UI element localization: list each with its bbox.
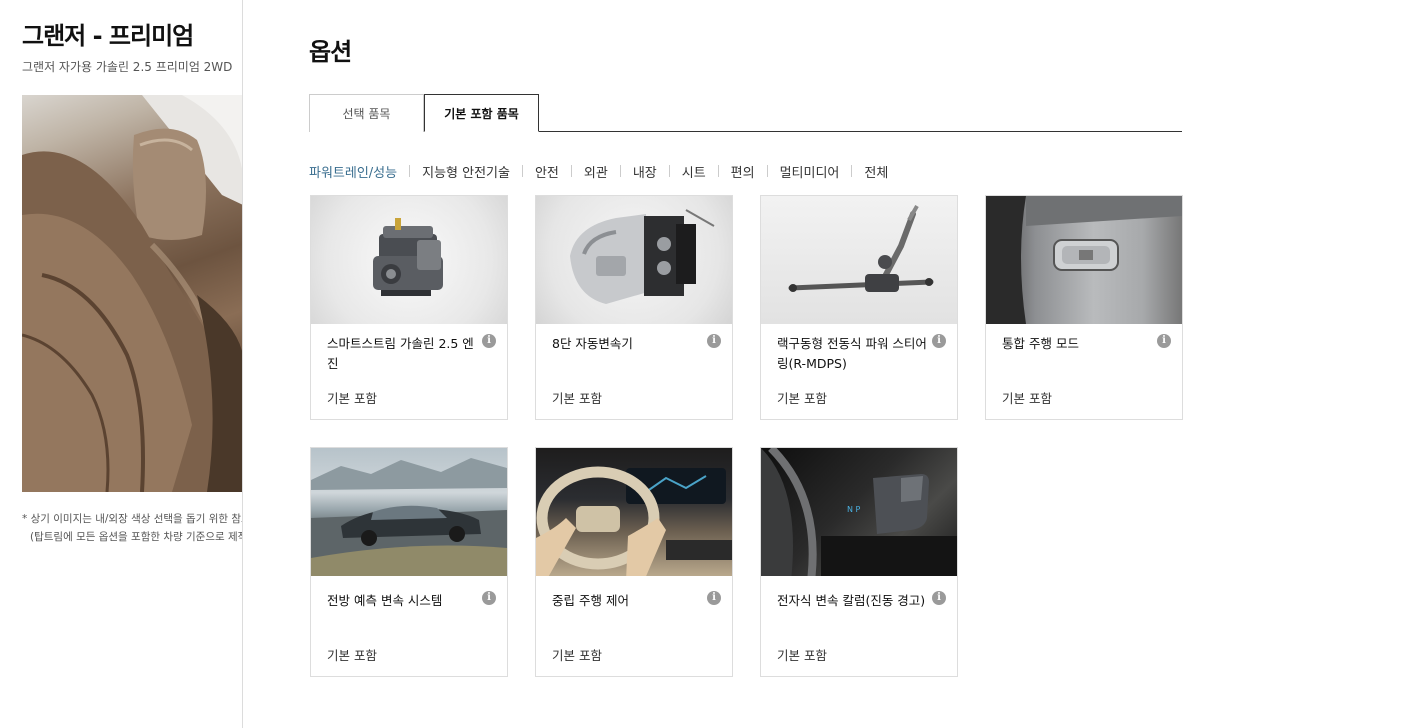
option-name: 8단 자동변속기 (552, 336, 633, 351)
option-status: 기본 포함 (1002, 391, 1052, 406)
option-status: 기본 포함 (777, 391, 827, 406)
car-on-road-image (311, 448, 507, 576)
option-name: 전자식 변속 칼럼(진동 경고) (777, 593, 926, 608)
option-card[interactable]: 랙구동형 전동식 파워 스티어링(R-MDPS) i 기본 포함 (760, 195, 958, 420)
image-disclaimer: * 상기 이미지는 내/외장 색상 선택을 돕기 위한 참고 (탑트림에 모든 … (22, 510, 243, 546)
option-card[interactable]: 통합 주행 모드 i 기본 포함 (985, 195, 1183, 420)
option-tabs: 선택 품목 기본 포함 품목 (309, 94, 1182, 132)
option-card[interactable]: 전방 예측 변속 시스템 i 기본 포함 (310, 447, 508, 677)
steering-rack-image (761, 196, 957, 324)
option-name: 중립 주행 제어 (552, 593, 629, 608)
drive-mode-button-image (986, 196, 1182, 324)
disclaimer-line-1: * 상기 이미지는 내/외장 색상 선택을 돕기 위한 참고 (22, 513, 243, 525)
tab-standard-items[interactable]: 기본 포함 품목 (424, 94, 539, 132)
svg-text:N P: N P (847, 505, 861, 514)
option-name: 스마트스트림 가솔린 2.5 엔진 (327, 336, 474, 371)
category-separator (619, 165, 621, 177)
column-shifter-image: N P (761, 448, 957, 576)
disclaimer-line-2: (탑트림에 모든 옵션을 포함한 차량 기준으로 제작 (30, 531, 243, 543)
category-safety[interactable]: 안전 (535, 162, 559, 181)
info-icon[interactable]: i (932, 334, 946, 348)
option-status: 기본 포함 (552, 391, 602, 406)
option-card[interactable]: 8단 자동변속기 i 기본 포함 (535, 195, 733, 420)
info-icon[interactable]: i (482, 334, 496, 348)
option-name: 랙구동형 전동식 파워 스티어링(R-MDPS) (777, 336, 927, 371)
vehicle-summary-panel: 그랜저 - 프리미엄 그랜저 자가용 가솔린 2.5 프리미엄 2WD * 상기… (0, 0, 243, 728)
info-icon[interactable]: i (707, 334, 721, 348)
category-intelligent-safety[interactable]: 지능형 안전기술 (422, 162, 510, 181)
category-convenience[interactable]: 편의 (731, 162, 755, 181)
info-icon[interactable]: i (932, 591, 946, 605)
category-separator (521, 165, 523, 177)
tab-optional-items[interactable]: 선택 품목 (309, 94, 424, 132)
category-separator (851, 165, 853, 177)
option-status: 기본 포함 (327, 648, 377, 663)
interior-seat-image (22, 95, 242, 492)
category-seat[interactable]: 시트 (682, 162, 706, 181)
option-status: 기본 포함 (327, 391, 377, 406)
info-icon[interactable]: i (707, 591, 721, 605)
transmission-image (536, 196, 732, 324)
steering-wheel-image (536, 448, 732, 576)
category-separator (717, 165, 719, 177)
category-all[interactable]: 전체 (864, 162, 888, 181)
category-interior[interactable]: 내장 (633, 162, 657, 181)
page-title: 옵션 (309, 38, 352, 66)
option-name: 통합 주행 모드 (1002, 336, 1079, 351)
option-card[interactable]: 중립 주행 제어 i 기본 포함 (535, 447, 733, 677)
vehicle-subtitle: 그랜저 자가용 가솔린 2.5 프리미엄 2WD (22, 60, 233, 74)
category-exterior[interactable]: 외관 (584, 162, 608, 181)
info-icon[interactable]: i (482, 591, 496, 605)
option-status: 기본 포함 (777, 648, 827, 663)
option-card[interactable]: 스마트스트림 가솔린 2.5 엔진 i 기본 포함 (310, 195, 508, 420)
info-icon[interactable]: i (1157, 334, 1171, 348)
category-separator (766, 165, 768, 177)
option-status: 기본 포함 (552, 648, 602, 663)
vehicle-title: 그랜저 - 프리미엄 (22, 22, 194, 50)
option-name: 전방 예측 변속 시스템 (327, 593, 443, 608)
option-card[interactable]: N P 전자식 변속 칼럼(진동 경고) i 기본 포함 (760, 447, 958, 677)
category-separator (668, 165, 670, 177)
category-powertrain[interactable]: 파워트레인/성능 (309, 162, 397, 181)
category-filter: 파워트레인/성능 지능형 안전기술 안전 외관 내장 시트 편의 멀티미디어 전… (309, 162, 888, 181)
engine-image (311, 196, 507, 324)
category-separator (409, 165, 411, 177)
category-multimedia[interactable]: 멀티미디어 (780, 162, 840, 181)
category-separator (570, 165, 572, 177)
